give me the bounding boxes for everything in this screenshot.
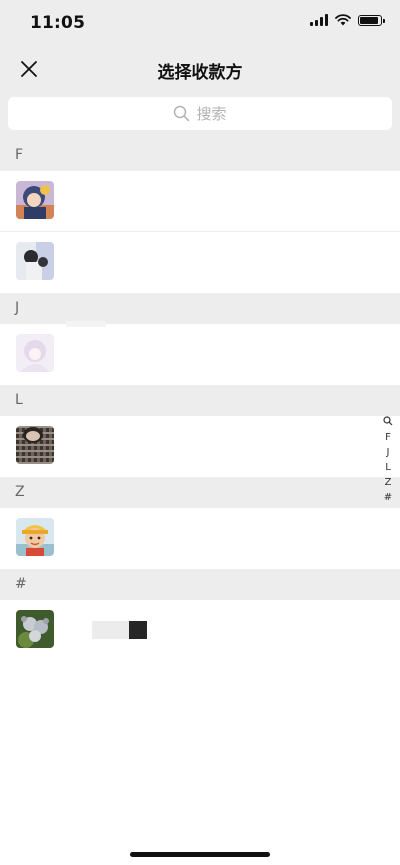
status-bar: 11:05 xyxy=(0,0,400,44)
nav-bar: 选择收款方 xyxy=(0,44,400,94)
redacted-name xyxy=(129,621,147,639)
contact-row[interactable] xyxy=(0,600,400,661)
search-area: 搜索 xyxy=(0,94,400,140)
home-indicator xyxy=(130,852,270,857)
index-item[interactable]: # xyxy=(384,491,392,505)
index-item[interactable]: L xyxy=(385,461,391,475)
search-placeholder: 搜索 xyxy=(196,105,227,123)
section-header-hash: # xyxy=(0,569,400,600)
signal-icon xyxy=(310,14,328,26)
contact-row[interactable] xyxy=(0,508,400,569)
contact-row[interactable] xyxy=(0,232,400,293)
battery-icon xyxy=(358,14,385,26)
cartoon-avatar xyxy=(16,181,54,219)
anime-avatar xyxy=(16,334,54,372)
index-item[interactable]: F xyxy=(385,431,391,445)
contact-row[interactable] xyxy=(0,171,400,232)
redacted-name xyxy=(66,321,106,327)
contact-list: F J L Z # xyxy=(0,140,400,661)
section-header-l: L xyxy=(0,385,400,416)
redacted-name xyxy=(92,621,129,639)
status-icons xyxy=(310,14,385,26)
section-header-z: Z xyxy=(0,477,400,508)
koala-avatar xyxy=(16,610,54,648)
plaid-avatar xyxy=(16,426,54,464)
index-item[interactable]: Z xyxy=(385,476,392,490)
search-input[interactable]: 搜索 xyxy=(8,97,392,130)
wifi-icon xyxy=(335,14,351,26)
alphabet-index: F J L Z # xyxy=(381,416,395,505)
photo-avatar xyxy=(16,242,54,280)
section-header-f: F xyxy=(0,140,400,171)
index-item[interactable]: J xyxy=(387,446,390,460)
contact-row[interactable] xyxy=(0,416,400,477)
index-search-icon[interactable] xyxy=(383,416,393,430)
status-time: 11:05 xyxy=(30,13,86,33)
page-title: 选择收款方 xyxy=(157,63,243,83)
search-icon xyxy=(174,105,190,122)
cartoon-boy-avatar xyxy=(16,518,54,556)
contact-row[interactable] xyxy=(0,321,400,385)
section-header-j: J xyxy=(0,293,400,324)
